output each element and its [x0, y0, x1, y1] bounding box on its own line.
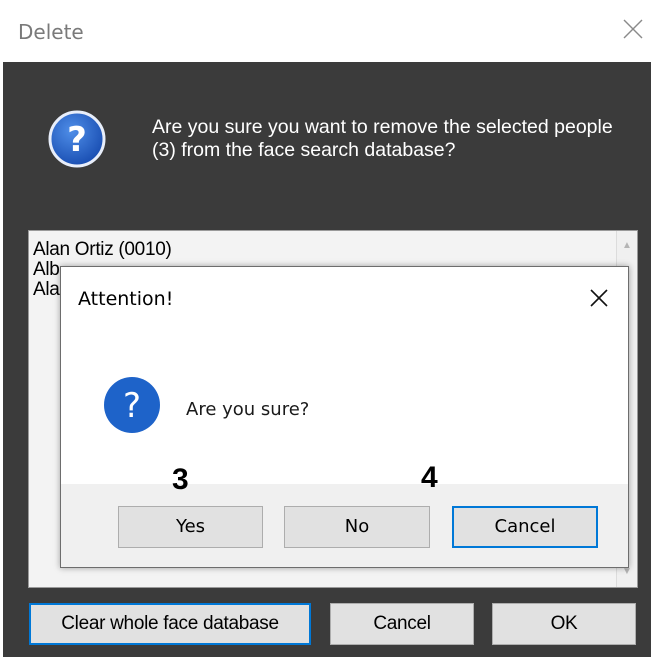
list-item[interactable]: Alan Ortiz (0010) — [33, 239, 172, 261]
scroll-up-icon[interactable]: ▲ — [617, 237, 637, 255]
attention-dialog: Attention! ? Are you sure? Yes No Cancel — [60, 266, 629, 568]
question-icon: ? — [48, 110, 106, 168]
list-item[interactable]: Ala — [33, 279, 60, 301]
close-icon[interactable] — [588, 287, 610, 309]
attention-cancel-button[interactable]: Cancel — [452, 506, 598, 548]
delete-dialog-title: Delete — [18, 20, 84, 44]
yes-button[interactable]: Yes — [118, 506, 263, 548]
cancel-button[interactable]: Cancel — [330, 603, 474, 645]
clear-face-database-button[interactable]: Clear whole face database — [29, 603, 311, 645]
no-button[interactable]: No — [284, 506, 430, 548]
attention-message: Are you sure? — [186, 399, 310, 420]
delete-confirmation-message: Are you sure you want to remove the sele… — [152, 116, 613, 161]
delete-dialog-titlebar: Delete — [0, 0, 651, 62]
question-icon: ? — [104, 377, 160, 433]
list-item[interactable]: Alb — [33, 259, 60, 281]
step-number-label: 3 — [172, 463, 189, 496]
svg-text:?: ? — [123, 386, 141, 426]
svg-text:?: ? — [67, 120, 87, 160]
close-icon[interactable] — [622, 18, 644, 40]
ok-button[interactable]: OK — [492, 603, 636, 645]
step-number-label: 4 — [421, 461, 438, 494]
attention-dialog-title: Attention! — [78, 288, 174, 310]
